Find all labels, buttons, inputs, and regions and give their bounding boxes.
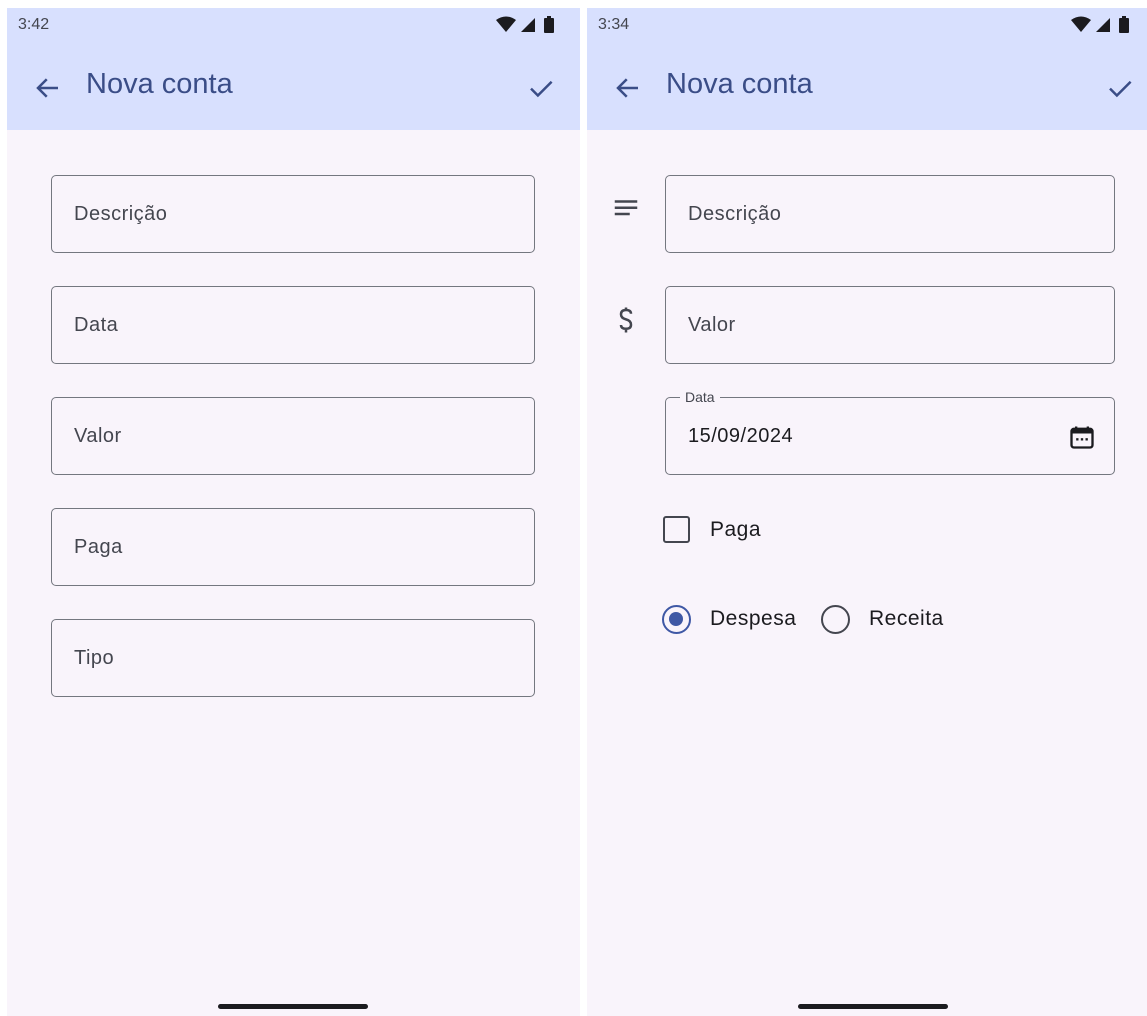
descricao-placeholder: Descrição [688,203,782,225]
date-value: 15/09/2024 [688,425,794,447]
top-app-bar: Nova conta [587,44,1147,130]
home-indicator[interactable] [218,1004,368,1009]
calendar-icon[interactable] [1068,423,1096,451]
descricao-placeholder: Descrição [74,203,168,225]
status-icons [1071,16,1129,33]
paga-checkbox-label: Paga [710,518,762,541]
battery-icon [544,16,554,33]
paga-placeholder: Paga [74,536,123,558]
receita-label[interactable]: Receita [869,607,944,631]
signal-icon [521,18,535,32]
despesa-label[interactable]: Despesa [710,607,796,631]
paga-checkbox[interactable] [663,516,690,543]
dollar-icon [619,307,633,333]
descricao-field[interactable]: Descrição [665,175,1115,253]
data-field[interactable]: Data [51,286,535,364]
notes-icon [614,200,638,216]
valor-placeholder: Valor [688,314,736,336]
back-arrow-icon[interactable] [33,73,63,103]
back-arrow-icon[interactable] [613,73,643,103]
check-icon[interactable] [526,73,556,103]
page-title: Nova conta [86,68,233,100]
tipo-placeholder: Tipo [74,647,115,669]
status-time: 3:42 [18,16,50,33]
right-screen: 3:34 Nova conta Descrição Valor Data 15/… [587,8,1147,1016]
wifi-icon [496,16,516,32]
despesa-radio[interactable] [662,605,691,634]
status-icons [496,16,554,33]
valor-placeholder: Valor [74,425,122,447]
home-indicator[interactable] [798,1004,948,1009]
data-placeholder: Data [74,314,119,336]
page-title: Nova conta [666,68,813,100]
receita-radio[interactable] [821,605,850,634]
date-floating-label: Data [680,389,720,405]
left-screen: 3:42 Nova conta Descrição Data Valor Pag… [7,8,580,1016]
radio-selected-dot [669,612,683,626]
descricao-field[interactable]: Descrição [51,175,535,253]
valor-field[interactable]: Valor [51,397,535,475]
wifi-icon [1071,16,1091,32]
date-field[interactable]: Data 15/09/2024 [665,389,1115,475]
signal-icon [1096,18,1110,32]
check-icon[interactable] [1105,73,1135,103]
status-time: 3:34 [598,16,630,33]
tipo-field[interactable]: Tipo [51,619,535,697]
status-bar: 3:34 [587,8,1147,44]
valor-field[interactable]: Valor [665,286,1115,364]
top-app-bar: Nova conta [7,44,580,130]
status-bar: 3:42 [7,8,580,44]
paga-field[interactable]: Paga [51,508,535,586]
battery-icon [1119,16,1129,33]
